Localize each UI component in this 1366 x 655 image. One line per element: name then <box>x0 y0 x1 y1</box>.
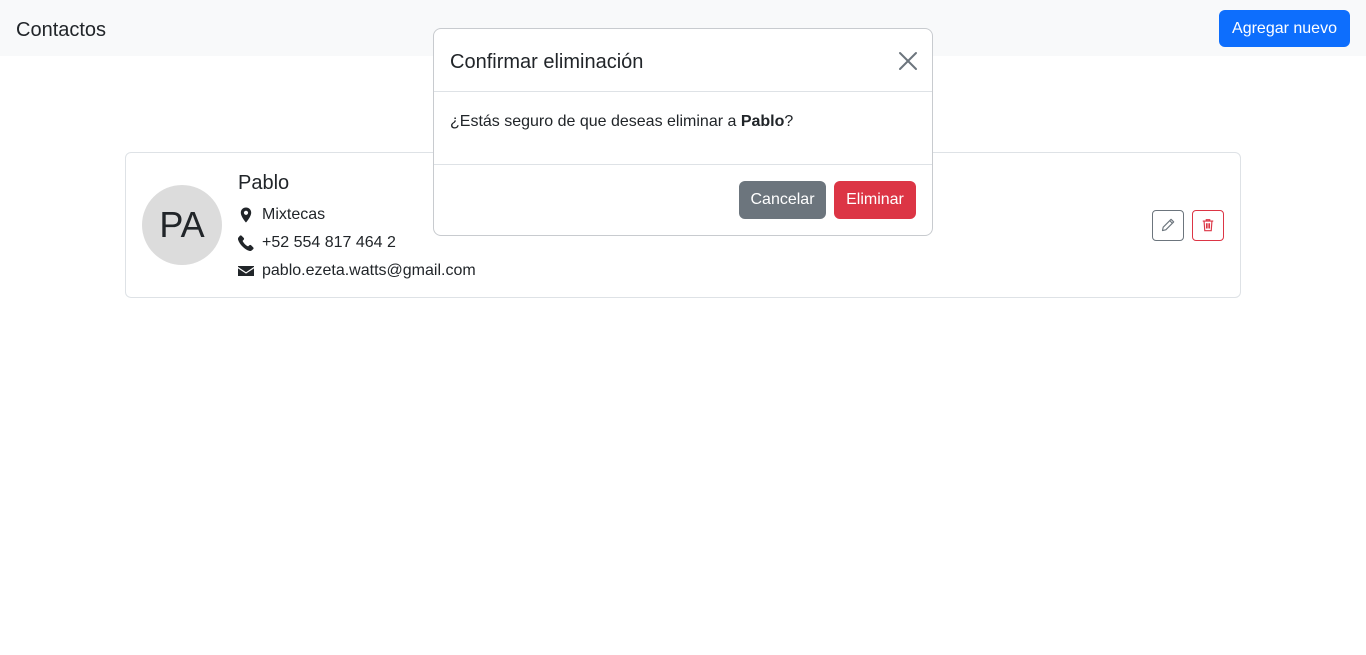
add-new-button[interactable]: Agregar nuevo <box>1219 10 1350 47</box>
contact-email: pablo.ezeta.watts@gmail.com <box>262 262 476 279</box>
contact-location: Mixtecas <box>262 206 326 223</box>
cancel-button[interactable]: Cancelar <box>739 181 826 219</box>
envelope-icon <box>238 266 254 276</box>
trash-icon <box>1202 219 1214 232</box>
edit-button[interactable] <box>1152 210 1184 241</box>
message-suffix: ? <box>784 113 794 130</box>
map-marker-icon <box>240 207 252 223</box>
modal-footer: Cancelar Eliminar <box>434 164 932 235</box>
navbar-brand[interactable]: Contactos <box>16 17 106 43</box>
delete-button[interactable] <box>1192 210 1224 241</box>
contact-name: Pablo <box>238 172 290 194</box>
modal-title: Confirmar eliminación <box>450 51 644 73</box>
contact-phone: +52 554 817 464 2 <box>262 234 396 251</box>
phone-icon <box>238 235 254 251</box>
close-icon[interactable] <box>896 49 920 73</box>
pencil-icon <box>1161 218 1175 232</box>
delete-confirm-modal: Confirmar eliminación ¿Estás seguro de q… <box>433 28 933 236</box>
avatar: PA <box>142 185 222 265</box>
confirm-delete-button[interactable]: Eliminar <box>834 181 916 219</box>
modal-message: ¿Estás seguro de que deseas eliminar a P… <box>450 112 793 132</box>
message-contact-name: Pablo <box>740 113 785 130</box>
modal-header: Confirmar eliminación <box>434 29 932 92</box>
message-prefix: ¿Estás seguro de que deseas eliminar a <box>450 113 741 130</box>
